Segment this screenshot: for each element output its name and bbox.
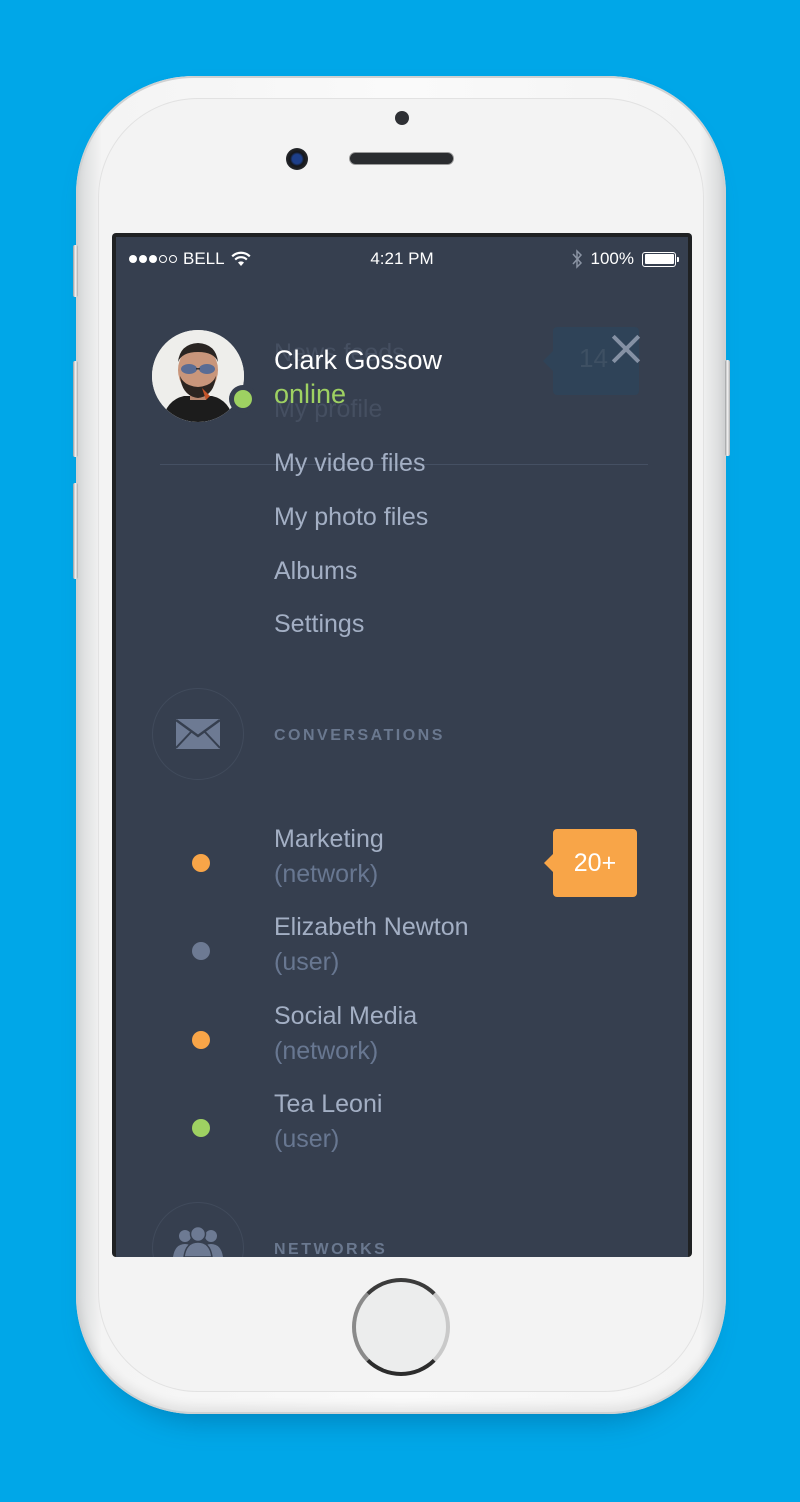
- conversation-status-dot: [192, 854, 210, 872]
- conversation-type: (user): [274, 1125, 340, 1153]
- conversation-item[interactable]: Social Media (network): [116, 1002, 688, 1082]
- online-dot: [234, 390, 252, 408]
- conversation-item[interactable]: Elizabeth Newton (user): [116, 913, 688, 993]
- menu-item-albums[interactable]: Albums: [274, 557, 357, 586]
- side-menu: BELL 4:21 PM 100% News feeds My profile …: [116, 237, 688, 1257]
- conversation-status-dot: [192, 1031, 210, 1049]
- profile-status: online: [274, 379, 347, 409]
- front-camera: [286, 148, 308, 170]
- menu-item-my-photo-files[interactable]: My photo files: [274, 503, 428, 532]
- mute-switch: [73, 245, 78, 297]
- avatar[interactable]: [152, 330, 244, 422]
- close-icon[interactable]: [610, 333, 642, 365]
- conversation-name: Tea Leoni: [274, 1090, 383, 1118]
- conversations-section-title: CONVERSATIONS: [274, 727, 445, 744]
- group-icon: [173, 1227, 223, 1257]
- proximity-sensor: [395, 111, 409, 125]
- avatar-photo: [152, 330, 244, 422]
- earpiece-speaker: [350, 153, 453, 164]
- ghost-badge-count: 14: [579, 343, 608, 373]
- conversation-name: Elizabeth Newton: [274, 913, 469, 941]
- envelope-icon: [176, 719, 220, 749]
- conversation-name: Marketing: [274, 825, 384, 853]
- screen: BELL 4:21 PM 100% News feeds My profile …: [112, 233, 692, 1257]
- menu-item-my-video-files[interactable]: My video files: [274, 449, 425, 478]
- conversation-name: Social Media: [274, 1002, 418, 1030]
- online-indicator: [229, 385, 257, 413]
- unread-badge: 20+: [544, 829, 637, 897]
- menu-item-settings[interactable]: Settings: [274, 610, 364, 639]
- status-bar: BELL 4:21 PM 100%: [116, 247, 688, 271]
- battery-percent: 100%: [590, 249, 634, 268]
- conversation-item[interactable]: Tea Leoni (user): [116, 1090, 688, 1170]
- profile-name[interactable]: Clark Gossow: [274, 345, 442, 376]
- bluetooth-icon: [571, 249, 582, 269]
- volume-down-button: [73, 483, 78, 579]
- networks-icon-circle: [152, 1202, 244, 1257]
- status-right: 100%: [571, 247, 679, 271]
- conversations-icon-circle: [152, 688, 244, 780]
- conversation-type: (network): [274, 1037, 379, 1065]
- conversation-type: (user): [274, 948, 340, 976]
- conversation-type: (network): [274, 860, 379, 888]
- conversation-item[interactable]: Marketing (network) 20+: [116, 825, 688, 905]
- conversation-status-dot: [192, 942, 210, 960]
- battery-icon: [642, 251, 679, 267]
- battery-level: [644, 254, 674, 264]
- networks-section-title: NETWORKS: [274, 1241, 388, 1257]
- conversation-status-dot: [192, 1119, 210, 1137]
- power-button: [725, 360, 730, 456]
- home-button[interactable]: [352, 1278, 450, 1376]
- volume-up-button: [73, 361, 78, 457]
